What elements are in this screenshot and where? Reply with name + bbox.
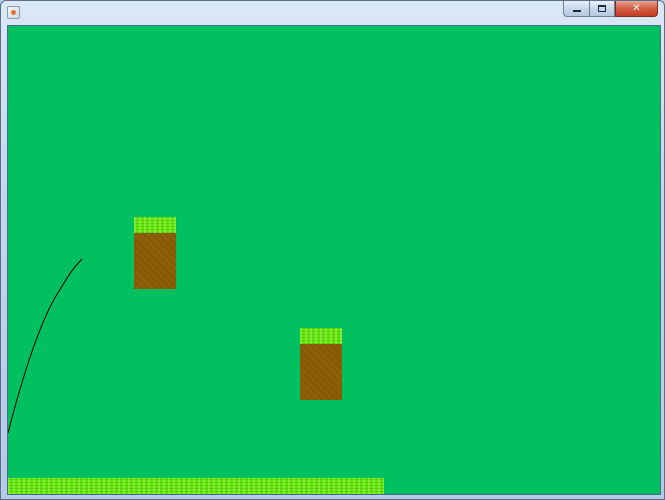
title-bar[interactable]: ✕ [1, 1, 664, 24]
platform-grass-top [300, 328, 342, 344]
floating-platform-left [134, 217, 176, 289]
ground-grass-strip [8, 478, 384, 494]
caption-buttons: ✕ [563, 1, 658, 18]
close-icon: ✕ [632, 3, 641, 14]
minimize-button[interactable] [563, 1, 589, 17]
maximize-icon [598, 5, 606, 12]
close-button[interactable]: ✕ [615, 1, 658, 17]
minimize-icon [572, 10, 581, 12]
trajectory-curve [8, 258, 83, 434]
game-canvas[interactable] [7, 25, 661, 495]
platform-grass-top [134, 217, 176, 233]
floating-platform-right [300, 328, 342, 400]
java-app-icon[interactable] [7, 6, 20, 19]
app-window: ✕ [0, 0, 665, 500]
platform-dirt-block [300, 344, 342, 400]
projectile-trajectory [8, 258, 83, 434]
maximize-button[interactable] [589, 1, 615, 17]
platform-dirt-block [134, 233, 176, 289]
